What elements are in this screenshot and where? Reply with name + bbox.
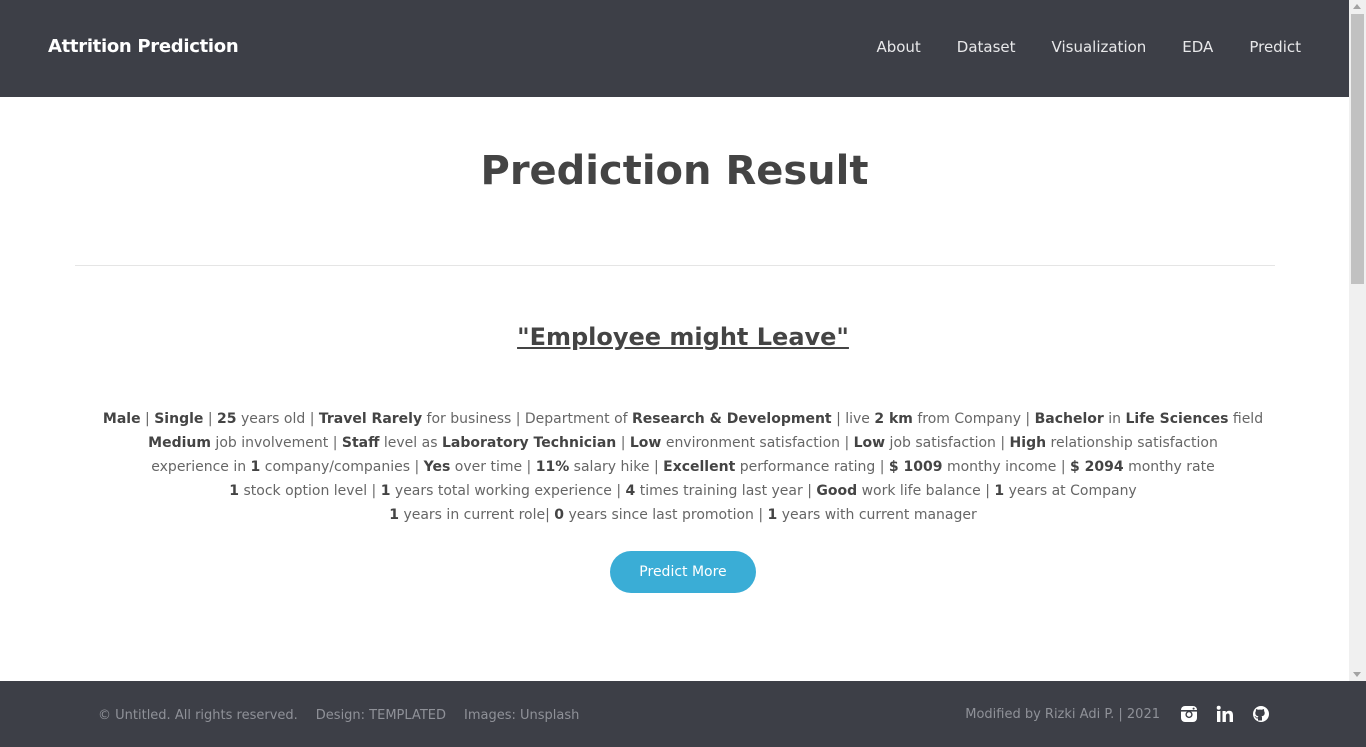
marital-status-value: Single <box>154 411 204 427</box>
overtime-value: Yes <box>423 459 451 475</box>
years-with-manager-value: 1 <box>767 507 778 523</box>
distance-value: 2 km <box>874 411 913 427</box>
business-travel-value: Travel Rarely <box>318 411 423 427</box>
nav-about[interactable]: About <box>876 38 920 56</box>
details-line-3: experience in 1 company/companies | Yes … <box>151 459 1215 475</box>
nav-dataset[interactable]: Dataset <box>957 38 1016 56</box>
divider <box>75 265 1275 266</box>
job-role-value: Laboratory Technician <box>441 435 617 451</box>
details-line-1: Male | Single | 25 years old | Travel Ra… <box>102 411 1264 427</box>
education-field-value: Life Sciences <box>1125 411 1229 427</box>
footer-copyright: © Untitled. All rights reserved. Design:… <box>98 708 579 723</box>
page-title: Prediction Result <box>480 148 869 194</box>
education-value: Bachelor <box>1034 411 1104 427</box>
details-line-5: 1 years in current role| 0 years since l… <box>389 507 977 523</box>
scroll-thumb[interactable] <box>1351 14 1364 284</box>
modified-by-credit: Modified by Rizki Adi P. | 2021 <box>965 706 1160 722</box>
design-credit[interactable]: Design: TEMPLATED <box>316 708 446 723</box>
relationship-satisfaction-value: High <box>1009 435 1047 451</box>
header: Attrition Prediction About Dataset Visua… <box>0 0 1349 97</box>
total-working-years-value: 1 <box>380 483 391 499</box>
predict-more-button[interactable]: Predict More <box>610 551 756 593</box>
nav-eda[interactable]: EDA <box>1182 38 1213 56</box>
job-satisfaction-value: Low <box>853 435 886 451</box>
main-nav: About Dataset Visualization EDA Predict <box>876 38 1301 56</box>
scroll-up-arrow-icon[interactable] <box>1353 4 1361 9</box>
brand-logo[interactable]: Attrition Prediction <box>48 36 239 57</box>
gender-value: Male <box>102 411 141 427</box>
instagram-icon[interactable] <box>1180 705 1198 723</box>
performance-rating-value: Excellent <box>663 459 736 475</box>
prediction-verdict: "Employee might Leave" <box>517 323 849 351</box>
nav-predict[interactable]: Predict <box>1249 38 1301 56</box>
images-credit[interactable]: Images: Unsplash <box>464 708 579 723</box>
monthly-income-value: $ 1009 <box>888 459 943 475</box>
details-line-4: 1 stock option level | 1 years total wor… <box>229 483 1137 499</box>
environment-satisfaction-value: Low <box>629 435 662 451</box>
employee-details: Male | Single | 25 years old | Travel Ra… <box>100 407 1266 527</box>
work-life-balance-value: Good <box>816 483 858 499</box>
footer-social: Modified by Rizki Adi P. | 2021 <box>965 705 1270 723</box>
nav-visualization[interactable]: Visualization <box>1052 38 1147 56</box>
job-involvement-value: Medium <box>148 435 211 451</box>
github-icon[interactable] <box>1252 705 1270 723</box>
copyright-text: © Untitled. All rights reserved. <box>98 708 298 723</box>
details-line-2: Medium job involvement | Staff level as … <box>148 435 1218 451</box>
footer: © Untitled. All rights reserved. Design:… <box>0 681 1366 747</box>
stock-option-value: 1 <box>229 483 240 499</box>
job-level-value: Staff <box>341 435 380 451</box>
years-at-company-value: 1 <box>994 483 1005 499</box>
training-times-value: 4 <box>625 483 636 499</box>
years-in-role-value: 1 <box>389 507 399 523</box>
salary-hike-value: 11% <box>535 459 570 475</box>
linkedin-icon[interactable] <box>1216 705 1234 723</box>
age-value: 25 <box>217 411 237 427</box>
department-value: Research & Development <box>632 411 832 427</box>
scroll-down-arrow-icon[interactable] <box>1353 672 1361 677</box>
num-companies-value: 1 <box>250 459 261 475</box>
years-since-promotion-value: 0 <box>554 507 565 523</box>
monthly-rate-value: $ 2094 <box>1070 459 1124 475</box>
